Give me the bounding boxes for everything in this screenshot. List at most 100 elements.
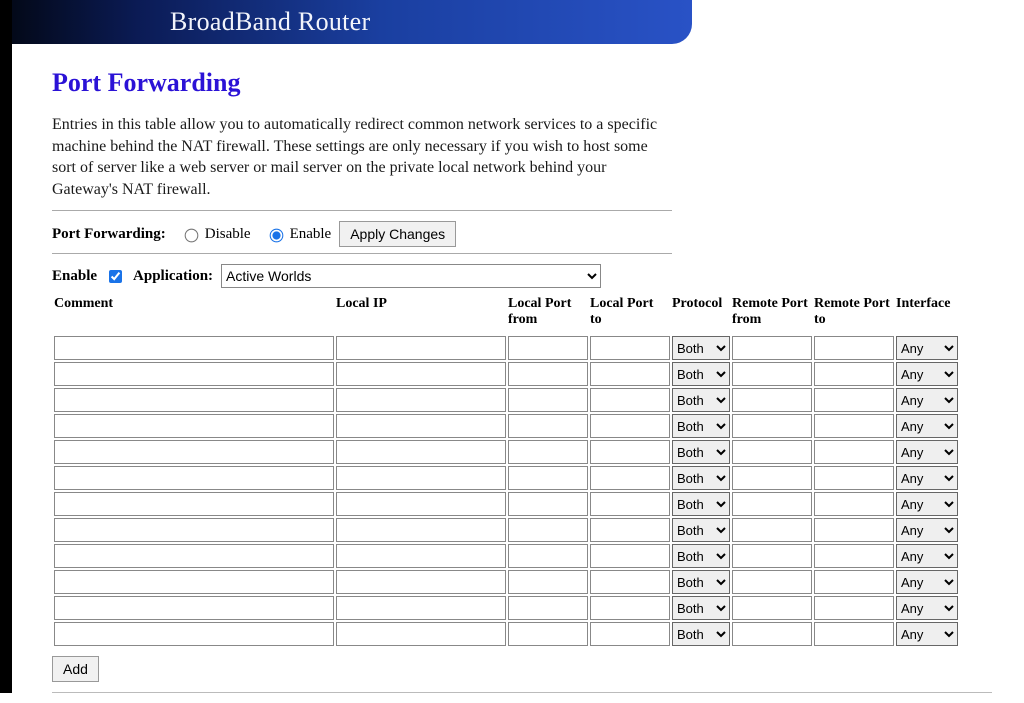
remote-port-to-input[interactable]: [814, 492, 894, 516]
remote-port-from-input[interactable]: [732, 622, 812, 646]
remote-port-from-input[interactable]: [732, 544, 812, 568]
local-port-from-input[interactable]: [508, 596, 588, 620]
local-port-from-input[interactable]: [508, 544, 588, 568]
remote-port-from-input[interactable]: [732, 570, 812, 594]
local-ip-input[interactable]: [336, 414, 506, 438]
add-button[interactable]: Add: [52, 656, 99, 682]
comment-input[interactable]: [54, 388, 334, 412]
interface-select[interactable]: Any: [896, 414, 958, 438]
local-port-to-input[interactable]: [590, 518, 670, 542]
remote-port-to-input[interactable]: [814, 570, 894, 594]
local-port-to-input[interactable]: [590, 362, 670, 386]
apply-changes-button[interactable]: Apply Changes: [339, 221, 456, 247]
interface-select[interactable]: Any: [896, 570, 958, 594]
local-ip-input[interactable]: [336, 492, 506, 516]
protocol-select[interactable]: Both: [672, 362, 730, 386]
remote-port-from-input[interactable]: [732, 440, 812, 464]
remote-port-from-input[interactable]: [732, 336, 812, 360]
local-port-to-input[interactable]: [590, 414, 670, 438]
local-ip-input[interactable]: [336, 388, 506, 412]
local-ip-input[interactable]: [336, 362, 506, 386]
local-port-to-input[interactable]: [590, 544, 670, 568]
pf-disable-radio[interactable]: [184, 229, 198, 243]
comment-input[interactable]: [54, 466, 334, 490]
remote-port-to-input[interactable]: [814, 362, 894, 386]
comment-input[interactable]: [54, 518, 334, 542]
local-ip-input[interactable]: [336, 336, 506, 360]
comment-input[interactable]: [54, 336, 334, 360]
interface-select[interactable]: Any: [896, 362, 958, 386]
local-port-to-input[interactable]: [590, 388, 670, 412]
interface-select[interactable]: Any: [896, 544, 958, 568]
local-port-to-input[interactable]: [590, 440, 670, 464]
comment-input[interactable]: [54, 414, 334, 438]
protocol-select[interactable]: Both: [672, 414, 730, 438]
interface-select[interactable]: Any: [896, 440, 958, 464]
remote-port-from-input[interactable]: [732, 388, 812, 412]
comment-input[interactable]: [54, 362, 334, 386]
remote-port-from-input[interactable]: [732, 414, 812, 438]
remote-port-to-input[interactable]: [814, 518, 894, 542]
local-port-from-input[interactable]: [508, 440, 588, 464]
remote-port-to-input[interactable]: [814, 414, 894, 438]
remote-port-from-input[interactable]: [732, 518, 812, 542]
local-ip-input[interactable]: [336, 570, 506, 594]
remote-port-to-input[interactable]: [814, 466, 894, 490]
local-ip-input[interactable]: [336, 440, 506, 464]
protocol-select[interactable]: Both: [672, 596, 730, 620]
interface-select[interactable]: Any: [896, 596, 958, 620]
protocol-select[interactable]: Both: [672, 622, 730, 646]
local-port-from-input[interactable]: [508, 388, 588, 412]
remote-port-to-input[interactable]: [814, 440, 894, 464]
interface-select[interactable]: Any: [896, 336, 958, 360]
protocol-select[interactable]: Both: [672, 570, 730, 594]
protocol-select[interactable]: Both: [672, 466, 730, 490]
protocol-select[interactable]: Both: [672, 440, 730, 464]
local-port-from-input[interactable]: [508, 336, 588, 360]
local-ip-input[interactable]: [336, 518, 506, 542]
remote-port-to-input[interactable]: [814, 388, 894, 412]
interface-select[interactable]: Any: [896, 388, 958, 412]
local-port-from-input[interactable]: [508, 570, 588, 594]
local-port-to-input[interactable]: [590, 570, 670, 594]
local-ip-input[interactable]: [336, 466, 506, 490]
comment-input[interactable]: [54, 544, 334, 568]
application-select[interactable]: Active Worlds: [221, 264, 601, 288]
local-ip-input[interactable]: [336, 596, 506, 620]
interface-select[interactable]: Any: [896, 622, 958, 646]
local-port-to-input[interactable]: [590, 622, 670, 646]
remote-port-to-input[interactable]: [814, 544, 894, 568]
protocol-select[interactable]: Both: [672, 544, 730, 568]
comment-input[interactable]: [54, 492, 334, 516]
comment-input[interactable]: [54, 622, 334, 646]
protocol-select[interactable]: Both: [672, 388, 730, 412]
remote-port-from-input[interactable]: [732, 466, 812, 490]
comment-input[interactable]: [54, 440, 334, 464]
local-port-to-input[interactable]: [590, 336, 670, 360]
local-port-to-input[interactable]: [590, 492, 670, 516]
interface-select[interactable]: Any: [896, 492, 958, 516]
local-port-to-input[interactable]: [590, 466, 670, 490]
protocol-select[interactable]: Both: [672, 492, 730, 516]
protocol-select[interactable]: Both: [672, 336, 730, 360]
comment-input[interactable]: [54, 570, 334, 594]
remote-port-to-input[interactable]: [814, 596, 894, 620]
comment-input[interactable]: [54, 596, 334, 620]
local-port-from-input[interactable]: [508, 492, 588, 516]
enable-checkbox[interactable]: [109, 270, 122, 283]
local-port-from-input[interactable]: [508, 622, 588, 646]
remote-port-to-input[interactable]: [814, 336, 894, 360]
local-port-from-input[interactable]: [508, 518, 588, 542]
remote-port-from-input[interactable]: [732, 492, 812, 516]
local-ip-input[interactable]: [336, 622, 506, 646]
local-port-from-input[interactable]: [508, 466, 588, 490]
local-ip-input[interactable]: [336, 544, 506, 568]
pf-enable-radio[interactable]: [269, 229, 283, 243]
remote-port-to-input[interactable]: [814, 622, 894, 646]
remote-port-from-input[interactable]: [732, 596, 812, 620]
interface-select[interactable]: Any: [896, 518, 958, 542]
interface-select[interactable]: Any: [896, 466, 958, 490]
local-port-from-input[interactable]: [508, 414, 588, 438]
local-port-from-input[interactable]: [508, 362, 588, 386]
protocol-select[interactable]: Both: [672, 518, 730, 542]
